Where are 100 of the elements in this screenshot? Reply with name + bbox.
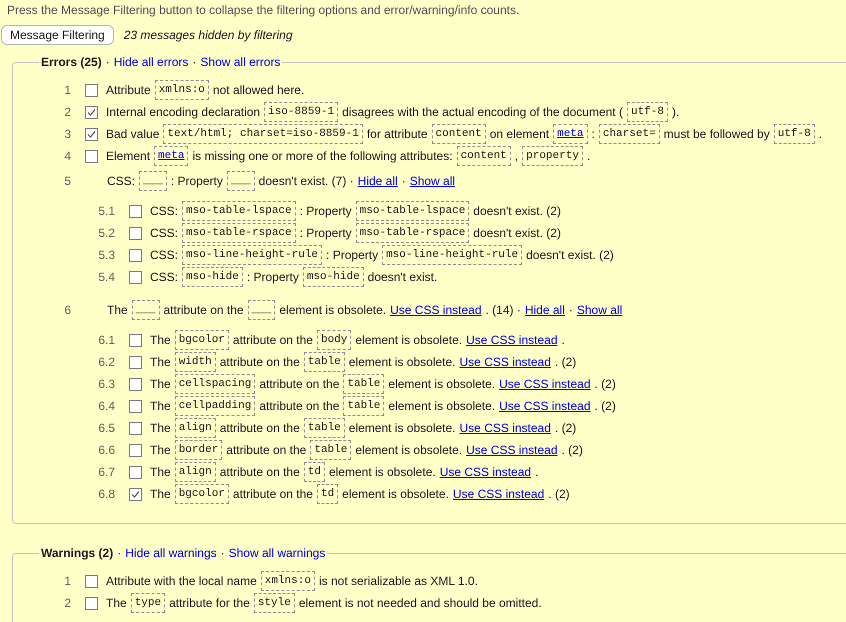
checkbox[interactable] xyxy=(85,150,98,162)
message-link[interactable]: Use CSS instead xyxy=(460,353,551,371)
code-token: width xyxy=(174,352,216,372)
checkbox[interactable] xyxy=(85,128,98,140)
message-text: doesn't exist. (7) · xyxy=(258,173,354,190)
code-token: align xyxy=(174,418,216,438)
message-text: element is obsolete. xyxy=(355,332,462,349)
message-number: 6 xyxy=(63,302,71,319)
section-link[interactable]: Hide all warnings xyxy=(125,544,217,562)
message-link[interactable]: Use CSS instead xyxy=(440,463,532,481)
message-text: : Property xyxy=(300,225,352,242)
section-link[interactable]: Show all errors xyxy=(200,53,280,71)
message-text: . (2) xyxy=(594,398,616,415)
checkbox[interactable] xyxy=(129,226,142,240)
checkbox[interactable] xyxy=(129,488,142,500)
check-icon xyxy=(87,130,96,138)
checkbox[interactable] xyxy=(129,466,142,478)
checkbox[interactable] xyxy=(129,356,142,368)
message-text: Attribute with the local name xyxy=(106,573,257,590)
code-token: mso-hide xyxy=(302,266,364,288)
message-text: . (2) xyxy=(554,354,576,371)
check-icon xyxy=(131,490,140,498)
checkbox[interactable] xyxy=(85,574,98,588)
message-link[interactable]: Use CSS instead xyxy=(466,331,558,349)
message-text: element is obsolete. xyxy=(355,442,462,459)
code-token: mso-table-rspace xyxy=(182,222,296,244)
message-link[interactable]: Use CSS instead xyxy=(499,375,591,393)
message-text: attribute on the xyxy=(259,398,340,415)
message-number: 5.2 xyxy=(97,225,115,242)
checkbox[interactable] xyxy=(129,248,142,262)
code-token: charset= xyxy=(598,124,660,144)
message-number: 1 xyxy=(63,82,71,99)
message-text: The xyxy=(150,420,171,437)
message-text: element is obsolete. xyxy=(388,398,496,415)
message-link[interactable]: Use CSS instead xyxy=(452,485,544,503)
code-token: ___ xyxy=(248,300,276,320)
message-text: : Property xyxy=(326,247,378,264)
checkbox[interactable] xyxy=(85,596,98,610)
code-token: td xyxy=(304,462,325,482)
message-link[interactable]: Use CSS instead xyxy=(460,419,551,437)
checkbox[interactable] xyxy=(85,84,98,96)
message-text: . xyxy=(818,126,822,143)
message-text: The xyxy=(150,398,171,415)
message-text: Attribute xyxy=(106,82,151,99)
message-link[interactable]: Hide all xyxy=(524,301,565,319)
message-number: 6.4 xyxy=(97,398,115,415)
checkbox[interactable] xyxy=(129,270,142,284)
message-number: 2 xyxy=(63,595,71,612)
code-token: ___ xyxy=(132,300,160,320)
section-link[interactable]: Hide all errors xyxy=(114,53,188,71)
message-text: Bad value xyxy=(106,126,160,143)
message-text: attribute on the xyxy=(220,354,300,371)
message-text: not allowed here. xyxy=(212,82,304,99)
separator-dot: · xyxy=(117,545,122,562)
message-text: on element xyxy=(490,126,550,143)
message-number: 5.3 xyxy=(97,247,115,264)
message-link[interactable]: Hide all xyxy=(358,172,398,190)
message-text: The xyxy=(150,354,171,371)
checkbox[interactable] xyxy=(129,378,142,390)
message-text: CSS: xyxy=(150,203,178,220)
section-link[interactable]: Show all warnings xyxy=(228,544,326,562)
code-token: mso-table-rspace xyxy=(356,222,470,244)
code-token: body xyxy=(316,330,352,350)
checkbox[interactable] xyxy=(129,400,142,412)
separator-dot: · xyxy=(192,54,196,71)
message-link[interactable]: Show all xyxy=(410,172,456,190)
message-link[interactable]: Use CSS instead xyxy=(466,441,558,459)
message-text: · xyxy=(402,173,406,190)
code-token: table xyxy=(343,396,384,416)
code-token: cellpadding xyxy=(174,396,256,416)
message-number: 2 xyxy=(63,104,71,121)
message-text: . (14) · xyxy=(486,302,521,319)
message-link[interactable]: Use CSS instead xyxy=(499,397,591,415)
code-token: ___ xyxy=(226,170,255,192)
message-text: doesn't exist. xyxy=(368,269,438,286)
code-token: text/html; charset=iso-8859-1 xyxy=(163,124,363,144)
message-text: attribute on the xyxy=(220,464,300,481)
message-filtering-button[interactable]: Message Filtering xyxy=(1,25,114,45)
code-token: property xyxy=(522,146,583,166)
message-text: attribute for the xyxy=(169,595,250,612)
code-token: type xyxy=(130,592,166,614)
checkbox[interactable] xyxy=(85,106,98,118)
message-number: 6.6 xyxy=(97,442,115,459)
message-text: for attribute xyxy=(366,126,428,143)
checkbox[interactable] xyxy=(129,444,142,456)
code-token: style xyxy=(254,592,295,614)
message-link[interactable]: Use CSS instead xyxy=(390,301,482,319)
message-text: CSS: xyxy=(107,173,136,190)
message-number: 3 xyxy=(63,126,71,143)
checkbox[interactable] xyxy=(129,334,142,346)
checkbox[interactable] xyxy=(129,422,142,434)
code-token: xmlns:o xyxy=(154,80,209,100)
message-number: 6.2 xyxy=(97,354,115,371)
message-text: doesn't exist. (2) xyxy=(473,203,561,220)
checkbox[interactable] xyxy=(129,204,142,218)
message-text: CSS: xyxy=(150,225,178,242)
message-number: 6.7 xyxy=(97,464,115,481)
code-token: mso-line-height-rule xyxy=(182,244,322,266)
message-text: element is obsolete. xyxy=(348,420,456,437)
message-link[interactable]: Show all xyxy=(576,301,622,319)
